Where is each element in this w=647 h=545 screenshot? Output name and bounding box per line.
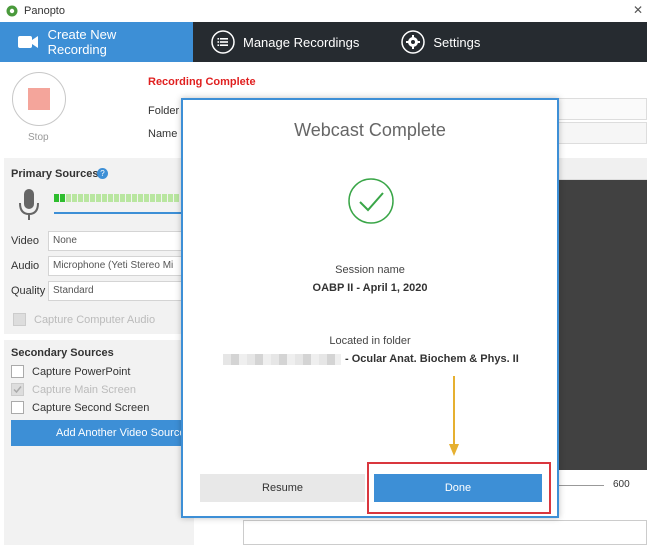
recording-status: Recording Complete: [148, 76, 256, 88]
stop-icon: [28, 88, 50, 110]
secondary-sources-title: Secondary Sources: [11, 347, 114, 359]
stop-button[interactable]: [12, 72, 66, 126]
main-navbar: Create New Recording Manage Recordings S…: [0, 22, 647, 62]
session-name-value: OABP II - April 1, 2020: [312, 282, 428, 294]
capture-powerpoint-label: Capture PowerPoint: [32, 366, 131, 378]
quality-label: Quality: [11, 285, 46, 297]
done-button[interactable]: Done: [374, 474, 542, 502]
name-field[interactable]: [556, 122, 647, 144]
name-label: Name: [148, 128, 178, 140]
camera-icon: [16, 30, 40, 54]
webcast-complete-dialog: Webcast Complete Session name OABP II - …: [181, 98, 559, 518]
folder-label: Folder: [148, 105, 180, 117]
audio-level-meter: [54, 194, 179, 202]
video-label: Video: [11, 235, 39, 247]
audio-gain-slider[interactable]: [54, 212, 194, 214]
gear-icon: [401, 30, 426, 54]
capture-second-screen-checkbox[interactable]: [11, 401, 24, 414]
preview-slider[interactable]: [556, 485, 604, 486]
video-select[interactable]: None: [48, 231, 194, 251]
resume-button[interactable]: Resume: [200, 474, 365, 502]
folder-location-value: - Ocular Anat. Biochem & Phys. II: [345, 353, 519, 365]
capture-second-screen-label: Capture Second Screen: [32, 402, 150, 414]
success-check-icon: [348, 178, 394, 224]
preview-header: [556, 158, 647, 180]
close-window-icon[interactable]: ✕: [633, 3, 643, 17]
video-preview: [556, 180, 647, 470]
audio-select[interactable]: Microphone (Yeti Stereo Mi: [48, 256, 194, 276]
title-bar: Panopto ✕: [0, 0, 647, 22]
tab-label: Manage Recordings: [243, 34, 360, 50]
list-icon: [211, 30, 235, 54]
app-title: Panopto: [24, 5, 65, 17]
tab-manage-recordings[interactable]: Manage Recordings: [193, 22, 375, 62]
capture-main-screen-label: Capture Main Screen: [32, 384, 136, 396]
folder-location-label: Located in folder: [329, 335, 411, 347]
primary-sources-title: Primary Sources: [11, 168, 99, 180]
session-name-label: Session name: [335, 264, 405, 276]
folder-field[interactable]: [556, 98, 647, 120]
microphone-icon: [19, 189, 39, 220]
capture-audio-label: Capture Computer Audio: [34, 314, 156, 326]
tab-label: Create New Recording: [47, 27, 117, 57]
capture-audio-checkbox[interactable]: [13, 313, 26, 326]
dialog-title: Webcast Complete: [294, 120, 446, 140]
tab-create-new-recording[interactable]: Create New Recording: [0, 22, 193, 62]
slider-max-value: 600: [613, 479, 630, 490]
help-icon[interactable]: ?: [97, 168, 108, 179]
secondary-sources-panel: Secondary Sources Capture PowerPoint Cap…: [4, 340, 194, 545]
redacted-folder-path: [223, 353, 341, 365]
folder-location-row: - Ocular Anat. Biochem & Phys. II: [223, 353, 519, 365]
primary-sources-panel: Primary Sources ? Video None Audio Micro…: [4, 158, 194, 334]
notes-area[interactable]: [243, 520, 647, 545]
capture-powerpoint-checkbox[interactable]: [11, 365, 24, 378]
checkmark-icon: [13, 386, 22, 394]
capture-main-screen-checkbox[interactable]: [11, 383, 24, 396]
arrow-down-icon: [449, 376, 459, 456]
quality-select[interactable]: Standard: [48, 281, 194, 301]
tab-settings[interactable]: Settings: [375, 22, 496, 62]
stop-label: Stop: [28, 132, 49, 143]
panopto-logo-icon: [6, 5, 18, 17]
add-video-source-button[interactable]: Add Another Video Source: [11, 420, 194, 446]
audio-label: Audio: [11, 260, 40, 272]
tab-label: Settings: [433, 34, 481, 50]
